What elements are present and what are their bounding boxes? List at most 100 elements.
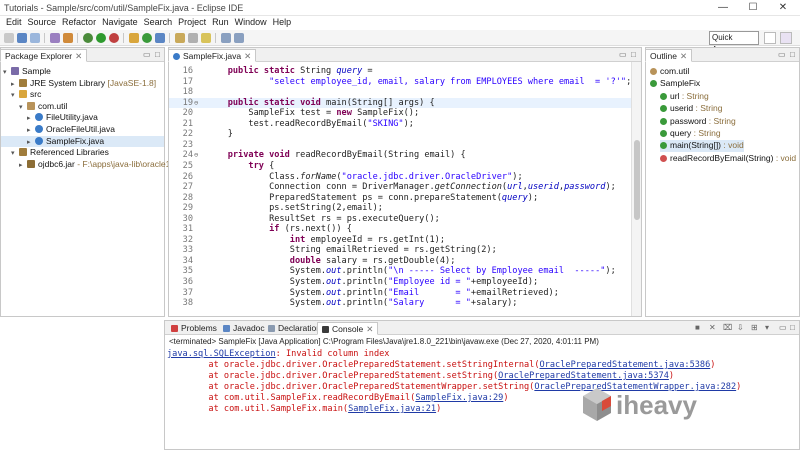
editor-scrollbar[interactable] xyxy=(631,62,641,316)
tree-item[interactable]: ▸ ojdbc6.jar - F:\apps\java-lib\oracle11g… xyxy=(1,159,184,170)
tree-item[interactable]: ▾ Sample xyxy=(1,66,164,77)
editor-scroll-thumb[interactable] xyxy=(634,140,640,220)
tab-console[interactable]: Console ✕ xyxy=(317,322,379,335)
fold-toggle-icon[interactable]: ⊖ xyxy=(194,150,198,161)
external-tools-icon[interactable] xyxy=(109,33,119,43)
outline-item[interactable]: main(String[]) : void xyxy=(660,140,744,153)
run-icon[interactable] xyxy=(96,33,106,43)
code-editor[interactable]: 16 public static String query = 17 "selec… xyxy=(169,62,641,316)
code-line[interactable]: 22 } xyxy=(169,129,631,140)
minimize-view-icon[interactable]: ▭ xyxy=(779,323,787,332)
new-package-icon[interactable] xyxy=(129,33,139,43)
menu-search[interactable]: Search xyxy=(141,16,176,27)
expand-toggle-icon[interactable]: ▾ xyxy=(11,149,19,157)
outline-item[interactable]: com.util xyxy=(650,66,689,78)
menu-project[interactable]: Project xyxy=(175,16,209,27)
expand-toggle-icon[interactable]: ▸ xyxy=(27,114,35,122)
maximize-view-icon[interactable]: □ xyxy=(155,50,160,59)
expand-toggle-icon[interactable]: ▸ xyxy=(27,138,35,146)
new-class-icon[interactable] xyxy=(142,33,152,43)
tree-item[interactable]: ▸ FileUtility.java xyxy=(1,112,164,123)
tab-samplefix-java[interactable]: SampleFix.java ✕ xyxy=(168,49,257,62)
outline-item[interactable]: password : String xyxy=(660,116,736,128)
save-all-icon[interactable] xyxy=(30,33,40,43)
tab-package-explorer[interactable]: Package Explorer ✕ xyxy=(0,49,88,62)
maximize-button[interactable]: ☐ xyxy=(738,1,768,14)
code-line[interactable]: 19 ⊖ public static void main(String[] arg… xyxy=(169,97,631,109)
close-icon[interactable]: ✕ xyxy=(680,51,687,61)
tree-item[interactable]: ▾ src xyxy=(1,89,164,100)
back-icon[interactable] xyxy=(221,33,231,43)
tab-declaration[interactable]: Declaration xyxy=(264,322,325,335)
code-line[interactable]: 23 xyxy=(169,140,631,151)
code-line[interactable]: 17 "select employee_id, email, salary fr… xyxy=(169,77,632,88)
search-icon[interactable] xyxy=(175,33,185,43)
code-line[interactable]: 20 SampleFix test = new SampleFix(); xyxy=(169,108,631,119)
code-line[interactable]: 16 public static String query = xyxy=(169,66,631,77)
code-line[interactable]: 33 String emailRetrieved = rs.getString(… xyxy=(169,245,631,256)
menu-edit[interactable]: Edit xyxy=(0,16,25,27)
save-icon[interactable] xyxy=(17,33,27,43)
minimize-view-icon[interactable]: ▭ xyxy=(619,50,627,59)
build-icon[interactable] xyxy=(50,33,60,43)
tree-item[interactable]: ▸ OracleFileUtil.java xyxy=(1,124,164,135)
minimize-view-icon[interactable]: ▭ xyxy=(143,50,151,59)
expand-toggle-icon[interactable]: ▾ xyxy=(11,91,19,99)
outline-item[interactable]: userid : String xyxy=(660,103,722,115)
menu-source[interactable]: Source xyxy=(25,16,60,27)
code-line[interactable]: 38 System.out.println("Salary = "+salary… xyxy=(169,298,631,309)
annotation-icon[interactable] xyxy=(201,33,211,43)
maximize-view-icon[interactable]: □ xyxy=(790,50,795,59)
tree-item[interactable]: ▾ com.util xyxy=(1,101,164,112)
outline-item[interactable]: query : String xyxy=(660,128,721,140)
code-line[interactable]: 24 ⊖ private void readRecordByEmail(Strin… xyxy=(169,150,631,161)
code-line[interactable]: 31 if (rs.next()) { xyxy=(169,224,631,235)
code-line[interactable]: 21 test.readRecordByEmail("SKING"); xyxy=(169,119,631,130)
console-output[interactable]: <terminated> SampleFix [Java Application… xyxy=(165,335,799,449)
close-icon[interactable]: ✕ xyxy=(75,51,82,61)
pin-console-icon[interactable]: ⊞ xyxy=(751,323,758,332)
tree-item[interactable]: ▾ Referenced Libraries xyxy=(1,147,164,158)
code-line[interactable]: 34 double salary = rs.getDouble(4); xyxy=(169,256,631,267)
code-line[interactable]: 37 System.out.println("Email = "+emailRe… xyxy=(169,288,631,299)
code-line[interactable]: 36 System.out.println("Employee id = "+e… xyxy=(169,277,631,288)
code-line[interactable]: 29 ps.setString(2,email); xyxy=(169,203,631,214)
code-line[interactable]: 27 Connection conn = DriverManager.getCo… xyxy=(169,182,631,193)
close-icon[interactable]: ✕ xyxy=(366,324,373,334)
expand-toggle-icon[interactable]: ▸ xyxy=(11,80,19,88)
code-line[interactable]: 32 int employeeId = rs.getInt(1); xyxy=(169,235,631,246)
code-line[interactable]: 35 System.out.println("\n ----- Select b… xyxy=(169,266,631,277)
fold-toggle-icon[interactable]: ⊖ xyxy=(194,98,198,109)
expand-toggle-icon[interactable]: ▾ xyxy=(19,103,27,111)
menu-refactor[interactable]: Refactor xyxy=(59,16,99,27)
debug-icon[interactable] xyxy=(83,33,93,43)
terminal-icon[interactable] xyxy=(63,33,73,43)
menu-run[interactable]: Run xyxy=(209,16,232,27)
expand-toggle-icon[interactable]: ▸ xyxy=(27,126,35,134)
new-icon[interactable] xyxy=(4,33,14,43)
scroll-lock-icon[interactable]: ⇩ xyxy=(737,323,744,332)
outline-item[interactable]: SampleFix xyxy=(650,78,700,90)
expand-toggle-icon[interactable]: ▸ xyxy=(19,161,27,169)
code-line[interactable]: 30 ResultSet rs = ps.executeQuery(); xyxy=(169,214,631,225)
minimize-view-icon[interactable]: ▭ xyxy=(778,50,786,59)
tab-outline[interactable]: Outline ✕ xyxy=(645,49,693,62)
tree-item[interactable]: ▸ SampleFix.java xyxy=(1,135,164,147)
maximize-view-icon[interactable]: □ xyxy=(631,50,636,59)
open-perspective-icon[interactable] xyxy=(764,32,776,44)
outline-item[interactable]: readRecordByEmail(String) : void xyxy=(660,153,796,165)
minimize-button[interactable]: — xyxy=(708,1,738,14)
expand-toggle-icon[interactable]: ▾ xyxy=(3,68,11,76)
outline-item[interactable]: url : String xyxy=(660,91,709,103)
menu-window[interactable]: Window xyxy=(232,16,270,27)
menu-help[interactable]: Help xyxy=(270,16,295,27)
close-button[interactable]: ✕ xyxy=(768,1,798,14)
code-line[interactable]: 18 xyxy=(169,87,631,98)
code-line[interactable]: 26 Class.forName("oracle.jdbc.driver.Ora… xyxy=(169,172,631,183)
tab-javadoc[interactable]: Javadoc xyxy=(219,322,269,335)
maximize-view-icon[interactable]: □ xyxy=(790,323,795,332)
display-console-icon[interactable]: ▾ xyxy=(765,323,769,332)
tab-problems[interactable]: Problems xyxy=(167,322,221,335)
forward-icon[interactable] xyxy=(234,33,244,43)
tree-item[interactable]: ▸ JRE System Library [JavaSE-1.8] xyxy=(1,78,164,89)
